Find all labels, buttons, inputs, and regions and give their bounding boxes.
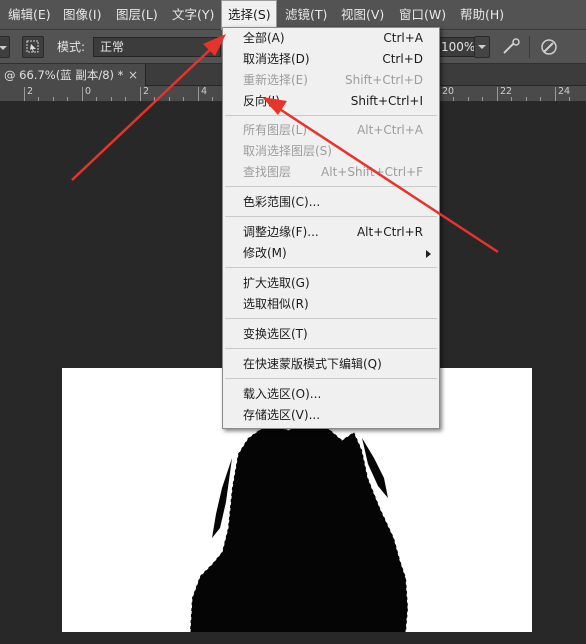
submenu-arrow-icon [426,250,431,258]
menu-separator [225,186,437,187]
menu-item-transform-selection[interactable]: 变换选区(T) [223,324,439,345]
menu-item-label: 扩大选取(G) [243,276,310,290]
ruler-tick [53,97,54,101]
menu-item-label: 修改(M) [243,246,287,260]
ruler-tick [38,97,39,101]
menu-bar: 编辑(E) 图像(I) 图层(L) 文字(Y) 选择(S) 滤镜(T) 视图(V… [0,0,586,30]
menu-item-similar[interactable]: 选取相似(R) [223,294,439,315]
tool-preset-dropdown[interactable] [0,36,10,58]
ruler-tick [24,87,25,101]
menu-item-label: 全部(A) [243,31,285,45]
menu-item-label: 变换选区(T) [243,327,308,341]
document-tab-title: @ 66.7%(蓝 副本/8) * [4,68,124,82]
menu-item-label: 所有图层(L) [243,123,308,137]
menu-item-label: 反向(I) [243,94,280,108]
menu-window[interactable]: 窗口(W) [393,0,452,30]
menu-view[interactable]: 视图(V) [335,0,390,30]
menu-item-color-range[interactable]: 色彩范围(C)... [223,192,439,213]
menu-separator [225,348,437,349]
ruler-tick [497,87,498,101]
ruler-tick [526,97,527,101]
menu-item-modify[interactable]: 修改(M) [223,243,439,264]
menu-item-label: 色彩范围(C)... [243,195,321,209]
opacity-value: 100% [441,40,476,54]
ruler-tick [140,87,141,101]
menu-help[interactable]: 帮助(H) [454,0,510,30]
ruler-tick [212,97,213,101]
ruler-tick [82,87,83,101]
selection-tool-icon[interactable] [22,36,44,58]
menu-item-label: 调整边缘(F)... [243,225,319,239]
menu-image[interactable]: 图像(I) [57,0,107,30]
menu-item-grow[interactable]: 扩大选取(G) [223,273,439,294]
menu-item-label: 重新选择(E) [243,73,308,87]
pen-pressure-icon[interactable] [538,37,560,57]
ruler-tick [569,97,570,101]
menu-item-deselect[interactable]: 取消选择(D) Ctrl+D [223,49,439,70]
menu-select[interactable]: 选择(S) [221,0,277,30]
menu-item-label: 在快速蒙版模式下编辑(Q) [243,357,382,371]
menu-edit[interactable]: 编辑(E) [2,0,57,30]
document-tab[interactable]: @ 66.7%(蓝 副本/8) * × [0,64,146,86]
ruler-tick [183,97,184,101]
menu-item-quick-mask[interactable]: 在快速蒙版模式下编辑(Q) [223,354,439,375]
mode-label: 模式: [57,40,86,54]
menu-item-shortcut: Shift+Ctrl+I [350,94,423,108]
menu-separator [225,378,437,379]
menu-item-load-selection[interactable]: 载入选区(O)... [223,384,439,405]
options-divider [529,36,530,58]
select-dropdown-menu: 全部(A) Ctrl+A 取消选择(D) Ctrl+D 重新选择(E) Shif… [222,27,440,429]
menu-item-label: 取消选择图层(S) [243,144,332,158]
menu-item-label: 取消选择(D) [243,52,310,66]
ruler-tick [482,97,483,101]
mode-value: 正常 [100,40,125,54]
ruler-label: 0 [85,86,92,97]
ruler-tick [453,97,454,101]
menu-item-shortcut: Alt+Ctrl+A [357,123,423,137]
menu-item-shortcut: Shift+Ctrl+D [345,73,423,87]
menu-item-all-layers[interactable]: 所有图层(L) Alt+Ctrl+A [223,120,439,141]
menu-type[interactable]: 文字(Y) [166,0,220,30]
menu-item-shortcut: Alt+Shift+Ctrl+F [321,165,423,179]
menu-item-refine-edge[interactable]: 调整边缘(F)... Alt+Ctrl+R [223,222,439,243]
menu-item-find-layers[interactable]: 查找图层 Alt+Shift+Ctrl+F [223,162,439,183]
menu-item-label: 选取相似(R) [243,297,309,311]
opacity-dropdown[interactable] [474,36,490,58]
ruler-tick [67,97,68,101]
menu-item-shortcut: Alt+Ctrl+R [356,225,423,239]
ruler-tick [125,97,126,101]
ruler-tick [111,97,112,101]
menu-separator [225,216,437,217]
ruler-label: 2 [143,86,150,97]
ruler-label: 2 [27,86,34,97]
ruler-tick [540,97,541,101]
ruler-tick [198,87,199,101]
ruler-label: 4 [201,86,208,97]
ruler-tick [96,97,97,101]
menu-separator [225,267,437,268]
menu-item-reselect[interactable]: 重新选择(E) Shift+Ctrl+D [223,70,439,91]
menu-item-deselect-layers[interactable]: 取消选择图层(S) [223,141,439,162]
menu-item-inverse[interactable]: 反向(I) Shift+Ctrl+I [223,91,439,112]
menu-filter[interactable]: 滤镜(T) [279,0,333,30]
refine-edge-icon[interactable] [500,37,522,57]
menu-item-shortcut: Ctrl+A [383,31,423,45]
menu-item-label: 存储选区(V)... [243,408,321,422]
menu-separator [225,115,437,116]
menu-item-select-all[interactable]: 全部(A) Ctrl+A [223,28,439,49]
menu-item-shortcut: Ctrl+D [382,52,423,66]
ruler-tick [511,97,512,101]
ruler-tick [169,97,170,101]
menu-item-label: 载入选区(O)... [243,387,322,401]
menu-layer[interactable]: 图层(L) [110,0,164,30]
menu-separator [225,318,437,319]
menu-item-label: 查找图层 [243,165,292,179]
ruler-tick [468,97,469,101]
close-icon[interactable]: × [128,64,138,86]
ruler-tick [154,97,155,101]
menu-item-save-selection[interactable]: 存储选区(V)... [223,405,439,426]
mode-select[interactable]: 正常 [93,37,221,57]
ruler-tick [555,87,556,101]
